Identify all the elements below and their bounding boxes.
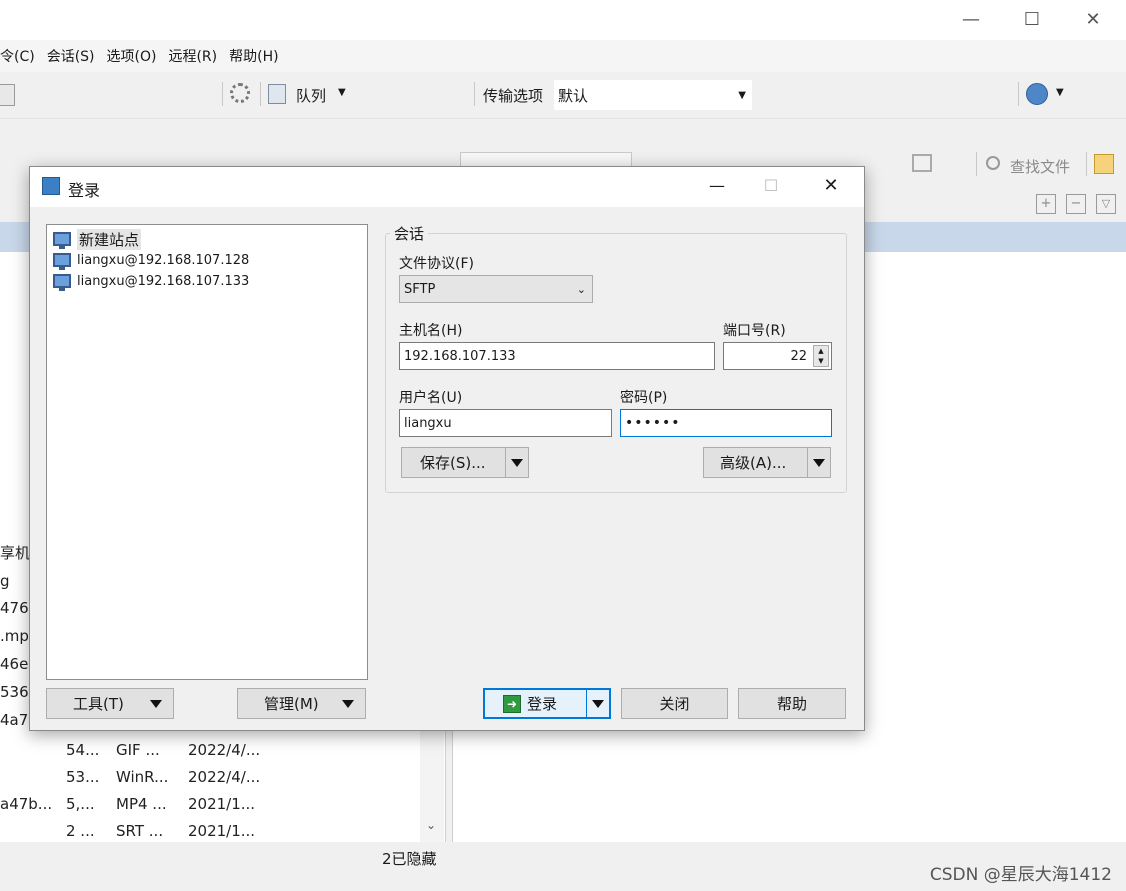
close-icon[interactable]: ✕ [816, 173, 846, 199]
main-toolbar: 队列 ▼ 传输选项 默认 ▼ ▼ [0, 72, 1126, 119]
tools-dropdown[interactable] [139, 689, 173, 718]
protocol-label: 文件协议(F) [399, 256, 474, 272]
monitor-icon [53, 274, 71, 291]
minimize-icon[interactable]: — [948, 6, 994, 32]
cut-text: 536 [0, 683, 29, 701]
save-button[interactable]: 保存(S)... [401, 447, 529, 478]
site-tree: 新建站点 liangxu@192.168.107.128 liangxu@192… [46, 224, 368, 680]
minimize-icon[interactable]: — [702, 173, 732, 199]
transfer-options-label: 传输选项 [483, 87, 544, 105]
globe-icon[interactable] [1026, 83, 1048, 105]
queue-dropdown-icon[interactable]: ▼ [338, 87, 346, 98]
queue-label[interactable]: 队列 [296, 85, 326, 106]
username-input[interactable]: liangxu [399, 409, 612, 437]
panel-buttons: + − ▽ [1028, 192, 1118, 216]
dropdown-arrow-icon [592, 699, 604, 708]
cut-text: 享机 [0, 544, 31, 562]
protocol-select[interactable]: SFTP ⌄ [399, 275, 593, 303]
site-item-new[interactable]: 新建站点 [53, 228, 142, 250]
login-dialog: 登录 — ☐ ✕ 新建站点 liangxu@192.168.107.128 li… [29, 166, 865, 731]
expand-icon[interactable]: + [1036, 194, 1056, 214]
save-dropdown[interactable] [505, 448, 528, 477]
advanced-dropdown[interactable] [807, 448, 830, 477]
port-stepper[interactable]: 22 ▲ ▼ [723, 342, 832, 370]
home-icon[interactable] [912, 154, 932, 172]
dialog-title: 登录 [68, 181, 101, 200]
table-row[interactable]: 54... GIF ... 2022/4/... [0, 739, 420, 767]
toolbar-partial-icon[interactable] [0, 84, 15, 106]
host-label: 主机名(H) [399, 323, 463, 339]
port-label: 端口号(R) [723, 323, 786, 339]
close-icon[interactable]: ✕ [1070, 6, 1116, 32]
menu-command[interactable]: 令(C) [0, 46, 35, 66]
transfer-options-value: 默认 [558, 86, 589, 105]
user-label: 用户名(U) [399, 390, 463, 406]
session-legend: 会话 [390, 223, 429, 244]
monitor-icon [53, 253, 71, 270]
login-icon: ➜ [503, 694, 521, 713]
cut-text: .mp [0, 627, 29, 645]
port-value: 22 [790, 348, 807, 364]
password-input[interactable]: •••••• [620, 409, 832, 437]
dialog-titlebar: 登录 — ☐ ✕ [30, 167, 864, 207]
menu-remote[interactable]: 远程(R) [168, 46, 217, 66]
scroll-down-icon[interactable]: ⌄ [426, 818, 436, 832]
site-item[interactable]: liangxu@192.168.107.133 [53, 271, 249, 291]
dropdown-arrow-icon [342, 699, 354, 708]
help-button[interactable]: 帮助 [738, 688, 846, 719]
collapse-icon[interactable]: − [1066, 194, 1086, 214]
login-dropdown[interactable] [586, 690, 609, 717]
site-item[interactable]: liangxu@192.168.107.128 [53, 250, 249, 270]
watermark: CSDN @星辰大海1412 [929, 865, 1112, 885]
spin-arrows-icon[interactable]: ▲ ▼ [813, 345, 829, 367]
dropdown-arrow-icon [511, 458, 523, 467]
table-row[interactable]: 53... WinR... 2022/4/... [0, 766, 420, 794]
find-files-icon[interactable] [986, 156, 1000, 170]
cut-text: g [0, 572, 10, 590]
tree-view-icon[interactable] [1094, 154, 1114, 174]
find-files-label[interactable]: 查找文件 [1010, 156, 1070, 177]
maximize-icon: ☐ [763, 176, 779, 195]
cut-text: 46e [0, 655, 29, 673]
maximize-icon[interactable]: ☐ [1009, 6, 1055, 32]
login-button[interactable]: ➜ 登录 [483, 688, 611, 719]
main-menubar: 令(C) 会话(S) 选项(O) 远程(R) 帮助(H) [0, 40, 1126, 72]
password-label: 密码(P) [620, 390, 668, 406]
table-row[interactable]: 2 ... SRT ... 2021/1... [0, 820, 420, 842]
host-input[interactable]: 192.168.107.133 [399, 342, 715, 370]
globe-dropdown-icon[interactable]: ▼ [1056, 87, 1064, 98]
menu-options[interactable]: 选项(O) [107, 46, 157, 66]
app-logo-icon [42, 177, 60, 195]
menu-session[interactable]: 会话(S) [47, 46, 95, 66]
protocol-value: SFTP [404, 281, 436, 297]
manage-button[interactable]: 管理(M) [237, 688, 366, 719]
new-site-icon [53, 232, 71, 249]
chevron-down-icon: ⌄ [576, 282, 586, 296]
close-button[interactable]: 关闭 [621, 688, 728, 719]
menu-help[interactable]: 帮助(H) [229, 46, 278, 66]
dropdown-arrow-icon [813, 458, 825, 467]
dropdown-arrow-icon [150, 699, 162, 708]
cut-text: 476 [0, 599, 29, 617]
table-row[interactable]: a47b... 5,... MP4 ... 2021/1... [0, 793, 420, 821]
gear-icon[interactable] [230, 83, 250, 103]
queue-icon[interactable] [268, 84, 286, 104]
hidden-count-status: 2已隐藏 [382, 850, 437, 868]
status-bar: 2已隐藏 CSDN @星辰大海1412 [0, 842, 1126, 891]
tools-button[interactable]: 工具(T) [46, 688, 174, 719]
transfer-options-select[interactable]: 默认 ▼ [554, 80, 752, 110]
main-titlebar: — ☐ ✕ [0, 0, 1126, 40]
chevron-down-icon: ▼ [738, 89, 746, 101]
advanced-button[interactable]: 高级(A)... [703, 447, 831, 478]
manage-dropdown[interactable] [331, 689, 365, 718]
cut-text: 4a7 [0, 711, 29, 729]
filter-icon[interactable]: ▽ [1096, 194, 1116, 214]
